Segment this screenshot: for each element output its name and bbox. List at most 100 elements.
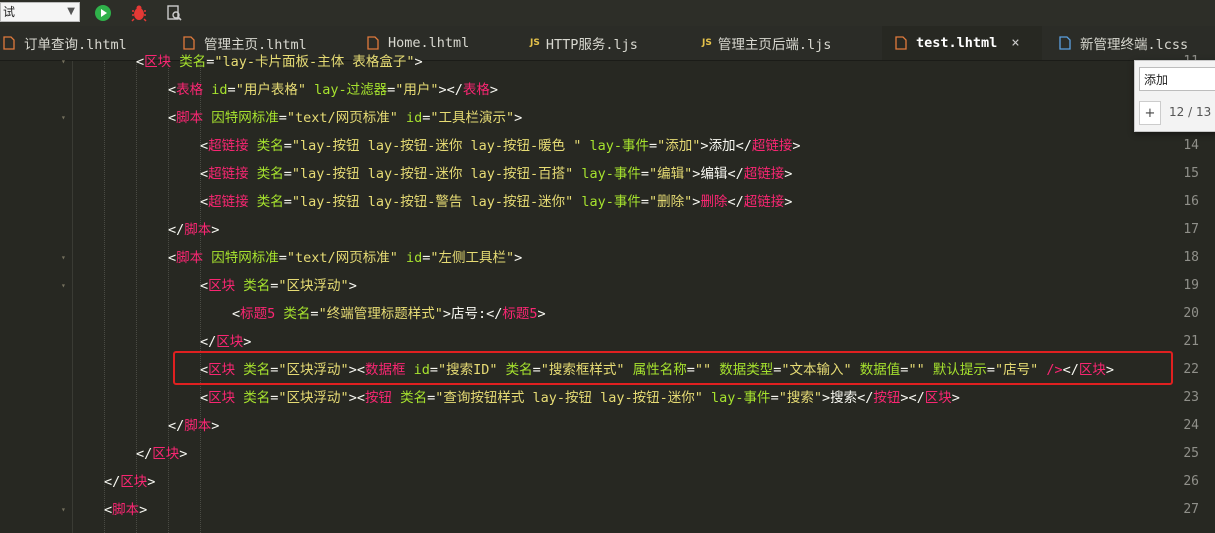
- code-line[interactable]: 15 <超链接 类名="lay-按钮 lay-按钮-迷你 lay-按钮-百搭" l…: [0, 160, 1215, 188]
- code-line[interactable]: 18 ▾ <脚本 因特网标准="text/网页标准" id="左侧工具栏">: [0, 244, 1215, 272]
- code-token: =: [278, 250, 287, 266]
- code-token: 因特网标准: [211, 250, 279, 266]
- code-token: =: [278, 110, 287, 126]
- code-line[interactable]: 20 <标题5 类名="终端管理标题样式">店号:</标题5>: [0, 300, 1215, 328]
- chevron-down-icon: ▼: [67, 6, 75, 17]
- code-token: =: [640, 166, 650, 182]
- code-token: <: [200, 138, 209, 154]
- code-text: <区块 类名="区块浮动"><按钮 类名="查询按钮样式 lay-按钮 lay-…: [200, 384, 960, 412]
- code-token: ></: [900, 390, 925, 406]
- code-token: <: [168, 250, 177, 266]
- code-text: <表格 id="用户表格" lay-过滤器="用户"></表格>: [168, 76, 498, 104]
- code-line[interactable]: 13▾<脚本 因特网标准="text/网页标准" id="工具栏演示">: [0, 104, 1215, 132]
- code-token: >: [414, 54, 423, 70]
- code-line[interactable]: 12<表格 id="用户表格" lay-过滤器="用户"></表格>: [0, 76, 1215, 104]
- code-token: ></: [438, 82, 463, 98]
- code-token: =: [427, 390, 436, 406]
- line-number: 20: [1183, 306, 1199, 321]
- find-input[interactable]: [1139, 67, 1215, 91]
- code-line[interactable]: 27 ▾ <脚本>: [0, 496, 1215, 524]
- code-token: 脚本: [184, 418, 212, 434]
- fold-chevron-icon[interactable]: ▾: [61, 48, 66, 76]
- fold-chevron-icon[interactable]: ▾: [61, 104, 66, 132]
- run-config-select[interactable]: 试 ▼: [0, 2, 80, 22]
- code-token: 超链接: [208, 138, 249, 154]
- line-number: 18: [1183, 250, 1199, 265]
- code-text: <超链接 类名="lay-按钮 lay-按钮-警告 lay-按钮-迷你" lay…: [200, 188, 792, 216]
- code-token: >: [348, 278, 357, 294]
- highlight-box: [173, 351, 1173, 385]
- code-token: 按钮: [364, 390, 392, 406]
- debug-bug-icon[interactable]: [129, 3, 149, 23]
- find-widget: + 12 / 13: [1134, 60, 1215, 132]
- code-token: lay-事件: [589, 138, 650, 154]
- code-token: "用户表格": [235, 82, 306, 98]
- code-line[interactable]: 26 </区块>: [0, 468, 1215, 496]
- code-token: "左侧工具栏": [430, 250, 515, 266]
- code-token: >: [147, 474, 156, 490]
- code-token: <: [168, 82, 177, 98]
- code-token: >: [211, 418, 220, 434]
- code-token: id: [405, 110, 423, 126]
- code-token: >: [784, 194, 793, 210]
- find-expand-button[interactable]: +: [1139, 101, 1161, 125]
- code-token: =: [649, 138, 658, 154]
- search-doc-icon[interactable]: [164, 3, 184, 23]
- code-token: <: [200, 278, 209, 294]
- code-line[interactable]: 23 <区块 类名="区块浮动"><按钮 类名="查询按钮样式 lay-按钮 la…: [0, 384, 1215, 412]
- code-token: <: [232, 306, 241, 322]
- fold-chevron-icon[interactable]: ▾: [61, 496, 66, 524]
- code-token: 类名: [243, 390, 271, 406]
- code-token: "查询按钮样式 lay-按钮 lay-按钮-迷你": [435, 390, 703, 406]
- code-token: <: [104, 502, 113, 518]
- code-token: "lay-卡片面板-主体 表格盒子": [214, 54, 415, 70]
- code-token: <: [168, 110, 177, 126]
- code-text: <超链接 类名="lay-按钮 lay-按钮-迷你 lay-按钮-百搭" lay…: [200, 160, 792, 188]
- js-file-icon: JS: [530, 38, 540, 48]
- code-line[interactable]: 14 <超链接 类名="lay-按钮 lay-按钮-迷你 lay-按钮-暖色 " …: [0, 132, 1215, 160]
- code-token: 区块: [924, 390, 952, 406]
- line-number: 17: [1183, 222, 1199, 237]
- code-token: 店号:: [450, 306, 487, 322]
- code-line[interactable]: 19 ▾ <区块 类名="区块浮动">: [0, 272, 1215, 300]
- code-text: <脚本>: [104, 496, 147, 524]
- code-token: 类名: [400, 390, 428, 406]
- code-token: 区块: [120, 474, 148, 490]
- fold-chevron-icon[interactable]: ▾: [61, 272, 66, 300]
- code-line[interactable]: 17 </脚本>: [0, 216, 1215, 244]
- run-icon[interactable]: [93, 3, 113, 23]
- code-token: "删除": [649, 194, 693, 210]
- code-token: >: [784, 166, 793, 182]
- code-text: <区块 类名="lay-卡片面板-主体 表格盒子">: [136, 48, 423, 76]
- code-line[interactable]: 11▾<区块 类名="lay-卡片面板-主体 表格盒子">: [0, 48, 1215, 76]
- code-token: >: [243, 334, 252, 350]
- code-token: "区块浮动": [278, 278, 349, 294]
- code-token: "终端管理标题样式": [318, 306, 443, 322]
- code-line[interactable]: 25 </区块>: [0, 440, 1215, 468]
- code-token: 按钮: [873, 390, 901, 406]
- code-token: "搜索": [778, 390, 822, 406]
- code-token: =: [227, 82, 236, 98]
- line-number: 19: [1183, 278, 1199, 293]
- code-token: 超链接: [743, 194, 785, 210]
- code-token: =: [283, 138, 292, 154]
- code-token: 脚本: [176, 110, 204, 126]
- code-line[interactable]: 16 <超链接 类名="lay-按钮 lay-按钮-警告 lay-按钮-迷你" l…: [0, 188, 1215, 216]
- code-token: <: [200, 166, 209, 182]
- code-token: </: [168, 222, 185, 238]
- code-token: "text/网页标准": [286, 250, 398, 266]
- code-token: "工具栏演示": [430, 110, 515, 126]
- code-token: lay-事件: [581, 166, 641, 182]
- code-token: 标题5: [502, 306, 538, 322]
- code-text: <区块 类名="区块浮动">: [200, 272, 357, 300]
- code-token: ><: [348, 390, 365, 406]
- code-line[interactable]: 24 </脚本>: [0, 412, 1215, 440]
- code-token: lay-事件: [711, 390, 771, 406]
- fold-chevron-icon[interactable]: ▾: [61, 244, 66, 272]
- code-token: "添加": [657, 138, 701, 154]
- code-token: 表格: [462, 82, 490, 98]
